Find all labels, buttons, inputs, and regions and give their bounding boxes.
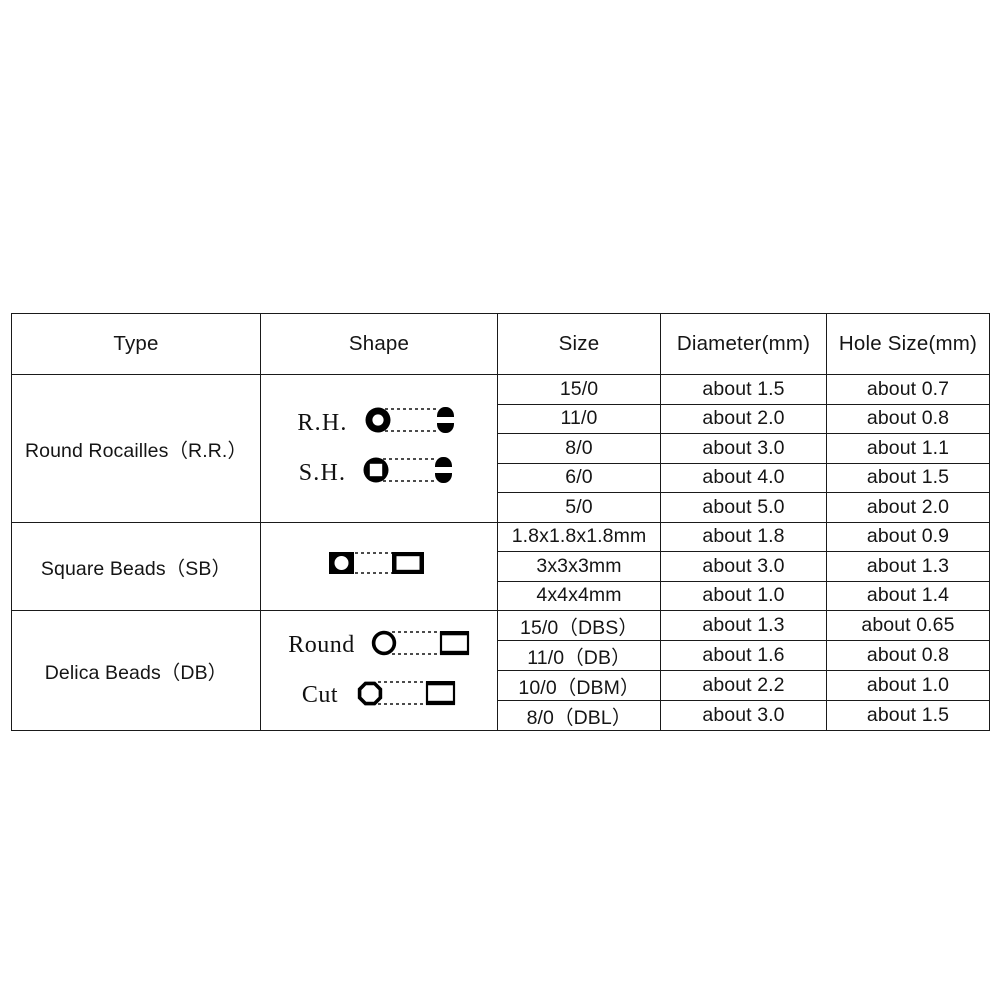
column-header-size: Size (497, 313, 661, 375)
delica-cut-bead-icon (350, 673, 456, 719)
size-value: 5/0 (497, 492, 661, 523)
column-header-type: Type (11, 313, 261, 375)
size-value: 8/0（DBL） (497, 700, 661, 731)
type-cell-square-beads: Square Beads（SB） (11, 521, 261, 611)
shape-row-round-hole: R.H. (297, 402, 460, 444)
type-cell-delica-beads: Delica Beads（DB） (11, 610, 261, 731)
table-row: Delica Beads（DB） Round Cut 15/0（DBS） abo… (11, 610, 990, 731)
shape-label-cut: Cut (301, 682, 339, 708)
column-header-shape: Shape (260, 313, 498, 375)
hole-size-value: about 2.0 (826, 492, 990, 523)
shape-row-square-bead (319, 545, 439, 587)
round-hole-bead-icon (357, 400, 461, 446)
hole-size-value: about 1.5 (826, 462, 990, 493)
size-value: 1.8x1.8x1.8mm (497, 521, 661, 552)
shape-cell-square-beads (260, 521, 498, 611)
hole-size-value: about 0.8 (826, 403, 990, 434)
diameter-value: about 3.0 (660, 433, 827, 464)
hole-size-value: about 0.65 (826, 610, 990, 641)
shape-cell-round-rocailles: R.H. S.H. (260, 374, 498, 523)
bead-specification-table: Type Shape Size Diameter(mm) Hole Size(m… (11, 313, 990, 731)
square-hole-bead-icon (355, 450, 459, 496)
hole-size-value: about 1.4 (826, 580, 990, 611)
column-header-diameter: Diameter(mm) (660, 313, 827, 375)
square-bead-icon (319, 543, 439, 589)
shape-row-square-hole: S.H. (299, 452, 459, 494)
diameter-value: about 1.6 (660, 640, 827, 671)
table-row: Round Rocailles（R.R.） R.H. S.H. 15/0 abo… (11, 374, 990, 523)
diameter-value: about 3.0 (660, 700, 827, 731)
size-value: 4x4x4mm (497, 580, 661, 611)
diameter-value: about 3.0 (660, 551, 827, 582)
hole-size-value: about 0.8 (826, 640, 990, 671)
hole-size-value: about 0.7 (826, 374, 990, 405)
hole-size-value: about 1.0 (826, 670, 990, 701)
diameter-value: about 1.5 (660, 374, 827, 405)
type-cell-round-rocailles: Round Rocailles（R.R.） (11, 374, 261, 523)
shape-row-delica-cut: Cut (302, 675, 456, 717)
shape-label-round: Round (288, 632, 355, 658)
size-value: 15/0（DBS） (497, 610, 661, 641)
diameter-value: about 1.3 (660, 610, 827, 641)
diameter-value: about 4.0 (660, 462, 827, 493)
size-value: 8/0 (497, 433, 661, 464)
diameter-value: about 2.0 (660, 403, 827, 434)
size-value: 3x3x3mm (497, 551, 661, 582)
shape-cell-delica-beads: Round Cut (260, 610, 498, 731)
diameter-value: about 2.2 (660, 670, 827, 701)
hole-size-value: about 1.3 (826, 551, 990, 582)
table-row: Square Beads（SB） 1.8x1.8x1.8mm about 1.8… (11, 521, 990, 611)
diameter-value: about 1.8 (660, 521, 827, 552)
size-value: 15/0 (497, 374, 661, 405)
table-header-row: Type Shape Size Diameter(mm) Hole Size(m… (11, 313, 990, 375)
hole-size-value: about 1.1 (826, 433, 990, 464)
size-value: 6/0 (497, 462, 661, 493)
delica-round-bead-icon (364, 623, 470, 669)
shape-label-sh: S.H. (298, 459, 347, 486)
diameter-value: about 5.0 (660, 492, 827, 523)
column-header-hole-size: Hole Size(mm) (826, 313, 990, 375)
size-value: 10/0（DBM） (497, 670, 661, 701)
hole-size-value: about 1.5 (826, 700, 990, 731)
size-value: 11/0（DB） (497, 640, 661, 671)
size-value: 11/0 (497, 403, 661, 434)
hole-size-value: about 0.9 (826, 521, 990, 552)
diameter-value: about 1.0 (660, 580, 827, 611)
shape-row-delica-round: Round (288, 625, 470, 667)
shape-label-rh: R.H. (297, 409, 348, 436)
